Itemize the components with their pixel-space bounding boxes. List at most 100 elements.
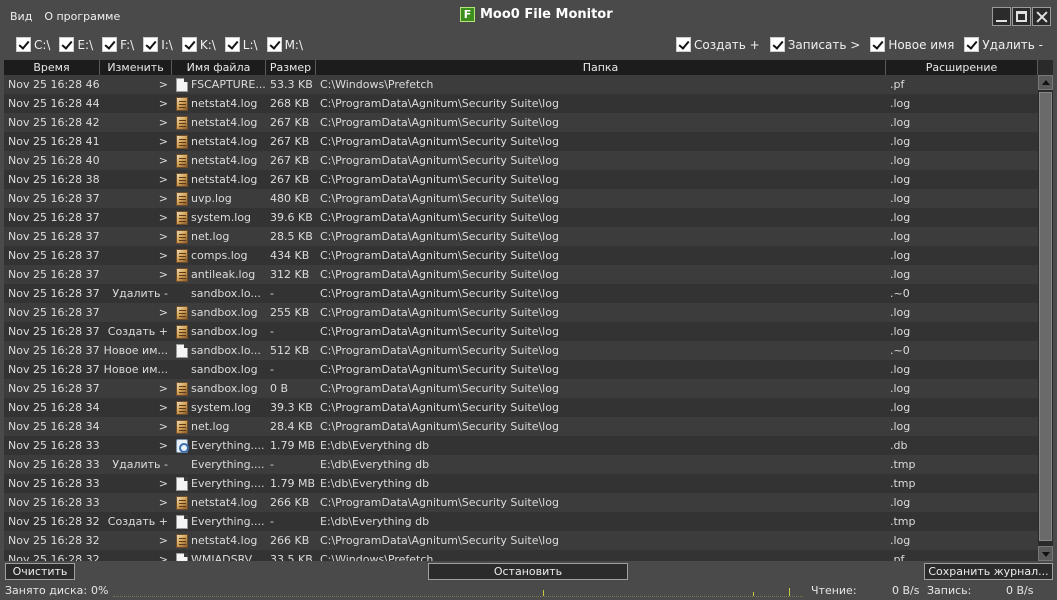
cell-time: Nov 25 16:28 37 — [8, 249, 100, 262]
table-row[interactable]: Nov 25 16:28 33 > Everything.... 1.79 MB E:\… — [4, 474, 1038, 493]
checkbox-checked-icon[interactable] — [870, 37, 886, 52]
table-row[interactable]: Nov 25 16:28 32 > WMIADSRV... 33.5 KB C:\Win… — [4, 550, 1038, 561]
cell-ext: .log — [890, 173, 911, 186]
cell-path: C:\ProgramData\Agnitum\Security Suite\lo… — [320, 401, 559, 414]
table-row[interactable]: Nov 25 16:28 46 > FSCAPTURE... 53.3 KB C:\Wi… — [4, 75, 1038, 94]
table-row[interactable]: Nov 25 16:28 42 > netstat4.log 267 KB C:\Pro… — [4, 113, 1038, 132]
cell-size: 267 KB — [270, 154, 310, 167]
minimize-icon[interactable] — [992, 7, 1011, 26]
cell-change: > — [158, 135, 168, 148]
col-change[interactable]: Изменить — [100, 60, 172, 75]
file-log-icon — [176, 96, 188, 111]
table-row[interactable]: Nov 25 16:28 33 > Everything.... 1.79 MB E:\… — [4, 436, 1038, 455]
table-row[interactable]: Nov 25 16:28 33 Удалить - Everything.... - E… — [4, 455, 1038, 474]
col-ext[interactable]: Расширение — [886, 60, 1038, 75]
cell-name: FSCAPTURE... — [172, 75, 266, 94]
drive-filter-3[interactable]: I:\ — [143, 37, 173, 52]
drive-filter-1[interactable]: E:\ — [59, 37, 93, 52]
checkbox-checked-icon[interactable] — [181, 37, 197, 52]
cell-change: Удалить - — [112, 458, 168, 471]
table-row[interactable]: Nov 25 16:28 34 > net.log 28.4 KB C:\Program… — [4, 417, 1038, 436]
cell-time: Nov 25 16:28 34 — [8, 420, 100, 433]
col-path[interactable]: Папка — [316, 60, 886, 75]
cell-name: sandbox.lo... — [172, 341, 266, 360]
scroll-thumb[interactable] — [1039, 92, 1052, 541]
table-row[interactable]: Nov 25 16:28 37 > system.log 39.6 KB C:\Prog… — [4, 208, 1038, 227]
cell-name: netstat4.log — [172, 493, 266, 512]
table-row[interactable]: Nov 25 16:28 40 > netstat4.log 267 KB C:\Pro… — [4, 151, 1038, 170]
cell-time: Nov 25 16:28 37 — [8, 192, 100, 205]
cell-time: Nov 25 16:28 46 — [8, 78, 100, 91]
file-log-icon — [176, 134, 188, 149]
drive-filter-6[interactable]: M:\ — [266, 37, 303, 52]
table-row[interactable]: Nov 25 16:28 37 > comps.log 434 KB C:\Progra… — [4, 246, 1038, 265]
table-row[interactable]: Nov 25 16:28 37 > net.log 28.5 KB C:\Program… — [4, 227, 1038, 246]
checkbox-checked-icon[interactable] — [224, 37, 240, 52]
file-name: netstat4.log — [191, 534, 258, 547]
close-icon[interactable] — [1032, 7, 1051, 26]
checkbox-checked-icon[interactable] — [676, 37, 692, 52]
vertical-scrollbar[interactable] — [1038, 60, 1053, 561]
table-row[interactable]: Nov 25 16:28 37 Создать + sandbox.log - C:\P… — [4, 322, 1038, 341]
checkbox-checked-icon[interactable] — [266, 37, 282, 52]
col-size[interactable]: Размер — [266, 60, 316, 75]
file-name: netstat4.log — [191, 173, 258, 186]
table-row[interactable]: Nov 25 16:28 34 > system.log 39.3 KB C:\Prog… — [4, 398, 1038, 417]
table-row[interactable]: Nov 25 16:28 37 Удалить - sandbox.lo... - C:… — [4, 284, 1038, 303]
action-filter-0[interactable]: Создать + — [676, 37, 760, 52]
table-row[interactable]: Nov 25 16:28 37 Новое им... sandbox.log - C:… — [4, 360, 1038, 379]
table-row[interactable]: Nov 25 16:28 38 > netstat4.log 267 KB C:\Pro… — [4, 170, 1038, 189]
menu-view[interactable]: Вид — [10, 10, 32, 23]
file-name: FSCAPTURE... — [191, 78, 266, 91]
table-row[interactable]: Nov 25 16:28 37 > sandbox.log 255 KB C:\Prog… — [4, 303, 1038, 322]
drive-filter-4[interactable]: K:\ — [181, 37, 216, 52]
maximize-icon[interactable] — [1012, 7, 1031, 26]
cell-time: Nov 25 16:28 40 — [8, 154, 100, 167]
action-filter-3[interactable]: Удалить - — [964, 37, 1043, 52]
action-filter-1[interactable]: Записать > — [769, 37, 860, 52]
cell-size: 28.5 KB — [270, 230, 313, 243]
table-row[interactable]: Nov 25 16:28 32 > netstat4.log 266 KB C:\Pro… — [4, 531, 1038, 550]
checkbox-checked-icon[interactable] — [769, 37, 785, 52]
col-name[interactable]: Имя файла — [172, 60, 266, 75]
drive-filter-2[interactable]: F:\ — [102, 37, 134, 52]
table-row[interactable]: Nov 25 16:28 41 > netstat4.log 267 KB C:\Pro… — [4, 132, 1038, 151]
checkbox-checked-icon[interactable] — [16, 37, 31, 52]
table-row[interactable]: Nov 25 16:28 32 Создать + Everything.... - E… — [4, 512, 1038, 531]
drive-filter-5[interactable]: L:\ — [224, 37, 258, 52]
menu-about[interactable]: О программе — [44, 10, 120, 23]
col-time[interactable]: Время — [4, 60, 100, 75]
cell-change: > — [158, 420, 168, 433]
checkbox-checked-icon[interactable] — [59, 37, 75, 52]
cell-path: C:\ProgramData\Agnitum\Security Suite\lo… — [320, 116, 559, 129]
table-row[interactable]: Nov 25 16:28 37 Новое им... sandbox.lo... 5… — [4, 341, 1038, 360]
cell-name: sandbox.log — [172, 360, 266, 379]
table-row[interactable]: Nov 25 16:28 37 > uvp.log 480 KB C:\ProgramD… — [4, 189, 1038, 208]
file-log-icon — [176, 210, 188, 225]
table-row[interactable]: Nov 25 16:28 44 > netstat4.log 268 KB C:\Pro… — [4, 94, 1038, 113]
file-log-icon — [176, 267, 188, 282]
cell-ext: .~0 — [890, 344, 910, 357]
table-row[interactable]: Nov 25 16:28 37 > antileak.log 312 KB C:\Pro… — [4, 265, 1038, 284]
cell-path: C:\ProgramData\Agnitum\Security Suite\lo… — [320, 173, 559, 186]
table-row[interactable]: Nov 25 16:28 37 > sandbox.log 0 B C:\Program… — [4, 379, 1038, 398]
checkbox-checked-icon[interactable] — [964, 37, 980, 52]
cell-name: Everything.... — [172, 474, 266, 493]
checkbox-checked-icon[interactable] — [143, 37, 159, 52]
action-filter-2[interactable]: Новое имя — [870, 37, 954, 52]
file-name: sandbox.log — [191, 306, 258, 319]
read-label: Чтение: — [811, 584, 857, 597]
drive-filters: C:\ E:\ F:\ I:\ K:\ L:\ M:\ — [16, 37, 303, 52]
cell-name: sandbox.lo... — [172, 284, 266, 303]
cell-time: Nov 25 16:28 32 — [8, 534, 100, 547]
cell-time: Nov 25 16:28 37 — [8, 268, 100, 281]
scroll-up-icon[interactable] — [1038, 75, 1053, 90]
drive-filter-0[interactable]: C:\ — [16, 37, 50, 52]
table-row[interactable]: Nov 25 16:28 33 > netstat4.log 266 KB C:\Pro… — [4, 493, 1038, 512]
checkbox-checked-icon[interactable] — [102, 37, 118, 52]
cell-ext: .tmp — [890, 477, 916, 490]
save-log-button[interactable]: Сохранить журнал... — [924, 563, 1053, 580]
stop-button[interactable]: Остановить — [428, 563, 628, 580]
clear-button[interactable]: Очистить — [5, 563, 75, 580]
scroll-down-icon[interactable] — [1038, 546, 1053, 561]
